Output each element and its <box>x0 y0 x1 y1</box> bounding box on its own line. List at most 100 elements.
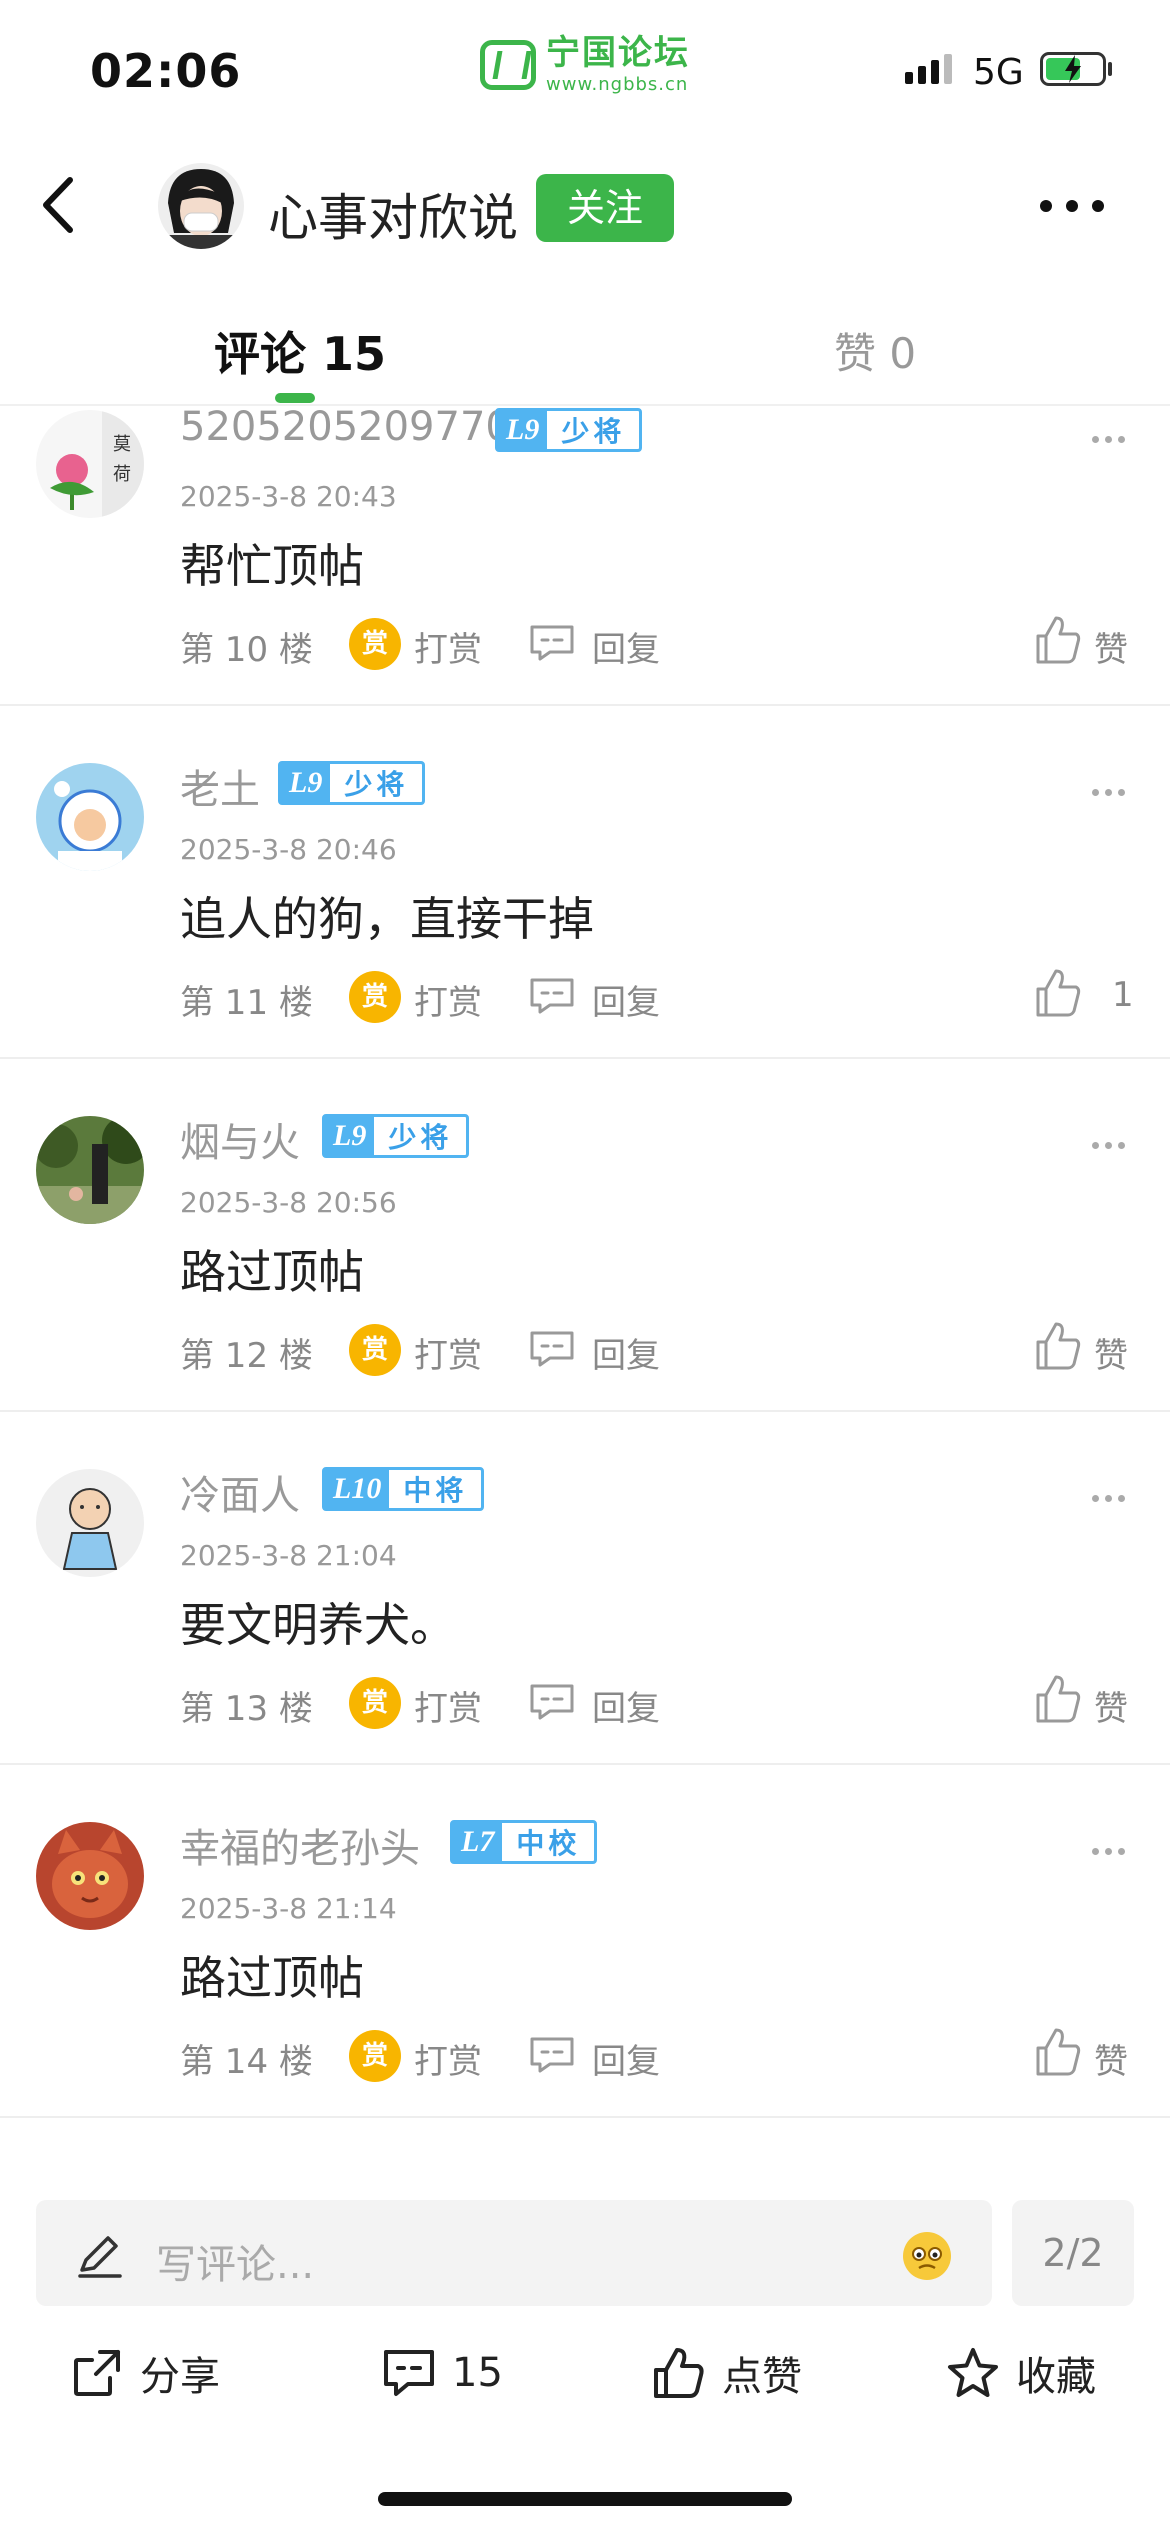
comments-button[interactable]: 15 <box>382 2342 503 2404</box>
comment-time: 2025-3-8 21:14 <box>180 1892 397 1925</box>
brand-mark-icon <box>480 40 536 90</box>
username[interactable]: 幸福的老孙头 <box>180 1816 420 1874</box>
username[interactable]: 5205205209770 <box>180 404 511 450</box>
like-count: 1 <box>1112 975 1134 1015</box>
svg-text:荷: 荷 <box>113 464 131 485</box>
like-count: 赞 <box>1094 630 1128 670</box>
reward-button[interactable]: 打赏 <box>414 2034 482 2083</box>
share-button[interactable]: 分享 <box>70 2342 220 2404</box>
comment-more-icon[interactable] <box>1092 1495 1125 1502</box>
username[interactable]: 冷面人 <box>180 1463 300 1521</box>
reward-icon[interactable]: 赏 <box>349 618 401 670</box>
like-icon[interactable] <box>1034 2026 1082 2078</box>
level-number: L10 <box>325 1470 390 1508</box>
comment-item: 冷面人 L10 中将 2025-3-8 21:04 要文明养犬。 第 13 楼 … <box>0 1411 1170 1765</box>
comment-more-icon[interactable] <box>1092 436 1125 443</box>
like-post-button[interactable]: 点赞 <box>652 2342 802 2404</box>
comment-icon <box>384 2350 434 2396</box>
level-badge: L10 中将 <box>322 1467 485 1511</box>
comment-more-icon[interactable] <box>1092 789 1125 796</box>
follow-button[interactable]: 关注 <box>536 174 674 242</box>
comment-count: 15 <box>452 2350 503 2396</box>
reply-icon[interactable] <box>528 1330 576 1368</box>
page-indicator[interactable]: 2/2 <box>1012 2200 1134 2306</box>
like-icon[interactable] <box>1034 1320 1082 1372</box>
star-icon <box>948 2348 998 2397</box>
reward-icon[interactable]: 赏 <box>349 1677 401 1729</box>
level-number: L9 <box>281 764 331 802</box>
share-label: 分享 <box>140 2354 220 2400</box>
reward-button[interactable]: 打赏 <box>414 1681 482 1730</box>
reply-icon[interactable] <box>528 624 576 662</box>
level-rank: 少将 <box>344 768 409 801</box>
like-count: 赞 <box>1094 1689 1128 1729</box>
reward-icon[interactable]: 赏 <box>349 1324 401 1376</box>
user-avatar[interactable] <box>36 1822 144 1930</box>
comment-text: 追人的狗，直接干掉 <box>180 892 594 946</box>
more-options-icon[interactable] <box>1040 186 1120 226</box>
floor-number: 第 12 楼 <box>180 1336 313 1376</box>
level-badge: L9 少将 <box>322 1114 470 1158</box>
reward-icon[interactable]: 赏 <box>349 2030 401 2082</box>
user-avatar[interactable] <box>36 763 144 871</box>
comment-time: 2025-3-8 20:43 <box>180 480 397 513</box>
reply-icon[interactable] <box>528 1683 576 1721</box>
reward-icon[interactable]: 赏 <box>349 971 401 1023</box>
reply-icon[interactable] <box>528 2036 576 2074</box>
comment-more-icon[interactable] <box>1092 1142 1125 1149</box>
author-avatar[interactable] <box>158 163 244 249</box>
reply-button[interactable]: 回复 <box>592 2034 660 2083</box>
floor-number: 第 13 楼 <box>180 1689 313 1729</box>
like-icon[interactable] <box>1034 967 1082 1019</box>
reward-button[interactable]: 打赏 <box>414 975 482 1024</box>
level-rank: 少将 <box>561 415 626 448</box>
floor-number: 第 14 楼 <box>180 2042 313 2082</box>
level-rank: 中将 <box>403 1474 468 1507</box>
reply-icon[interactable] <box>528 977 576 1015</box>
brand-name: 宁国论坛 <box>546 33 690 73</box>
floor-number: 第 10 楼 <box>180 630 313 670</box>
like-count: 赞 <box>1094 1336 1128 1376</box>
comment-more-icon[interactable] <box>1092 1848 1125 1855</box>
level-number: L7 <box>453 1823 503 1861</box>
reply-button[interactable]: 回复 <box>592 975 660 1024</box>
reward-button[interactable]: 打赏 <box>414 1328 482 1377</box>
like-icon[interactable] <box>1034 1673 1082 1725</box>
level-badge: L9 少将 <box>278 761 426 805</box>
favorite-button[interactable]: 收藏 <box>946 2342 1096 2404</box>
reward-button[interactable]: 打赏 <box>414 622 482 671</box>
thumbs-up-icon <box>654 2348 704 2398</box>
user-avatar[interactable] <box>36 1116 144 1224</box>
comment-time: 2025-3-8 21:04 <box>180 1539 397 1572</box>
user-avatar[interactable]: 莫 荷 <box>36 410 144 518</box>
battery-tip <box>1108 62 1112 76</box>
level-rank: 少将 <box>388 1121 453 1154</box>
comment-item: 幸福的老孙头 L7 中校 2025-3-8 21:14 路过顶帖 第 14 楼 … <box>0 1764 1170 2118</box>
reply-button[interactable]: 回复 <box>592 1328 660 1377</box>
level-badge: L9 少将 <box>495 408 643 452</box>
signal-icon <box>905 54 952 84</box>
user-avatar[interactable] <box>36 1469 144 1577</box>
edit-pen-icon <box>78 2236 122 2278</box>
favorite-label: 收藏 <box>1016 2354 1096 2400</box>
home-indicator[interactable] <box>378 2492 792 2506</box>
author-name[interactable]: 心事对欣说 <box>268 178 518 250</box>
network-type: 5G <box>973 52 1024 93</box>
svg-text:莫: 莫 <box>113 434 131 455</box>
reply-button[interactable]: 回复 <box>592 1681 660 1730</box>
comment-placeholder[interactable]: 写评论... <box>156 2232 314 2290</box>
comment-item: 烟与火 L9 少将 2025-3-8 20:56 路过顶帖 第 12 楼 赏 打… <box>0 1058 1170 1412</box>
status-time: 02:06 <box>90 44 242 98</box>
comment-item: 莫 荷 5205205209770 L9 少将 2025-3-8 20:43 帮… <box>0 352 1170 706</box>
level-number: L9 <box>325 1117 375 1155</box>
emoji-icon[interactable] <box>903 2232 951 2280</box>
brand-url: www.ngbbs.cn <box>546 74 689 95</box>
back-arrow-icon[interactable] <box>30 170 90 240</box>
comment-text: 路过顶帖 <box>180 1245 364 1299</box>
like-icon[interactable] <box>1034 614 1082 666</box>
username[interactable]: 老土 <box>180 757 260 815</box>
level-badge: L7 中校 <box>450 1820 598 1864</box>
reply-button[interactable]: 回复 <box>592 622 660 671</box>
username[interactable]: 烟与火 <box>180 1110 300 1168</box>
comment-item: 老土 L9 少将 2025-3-8 20:46 追人的狗，直接干掉 第 11 楼… <box>0 705 1170 1059</box>
